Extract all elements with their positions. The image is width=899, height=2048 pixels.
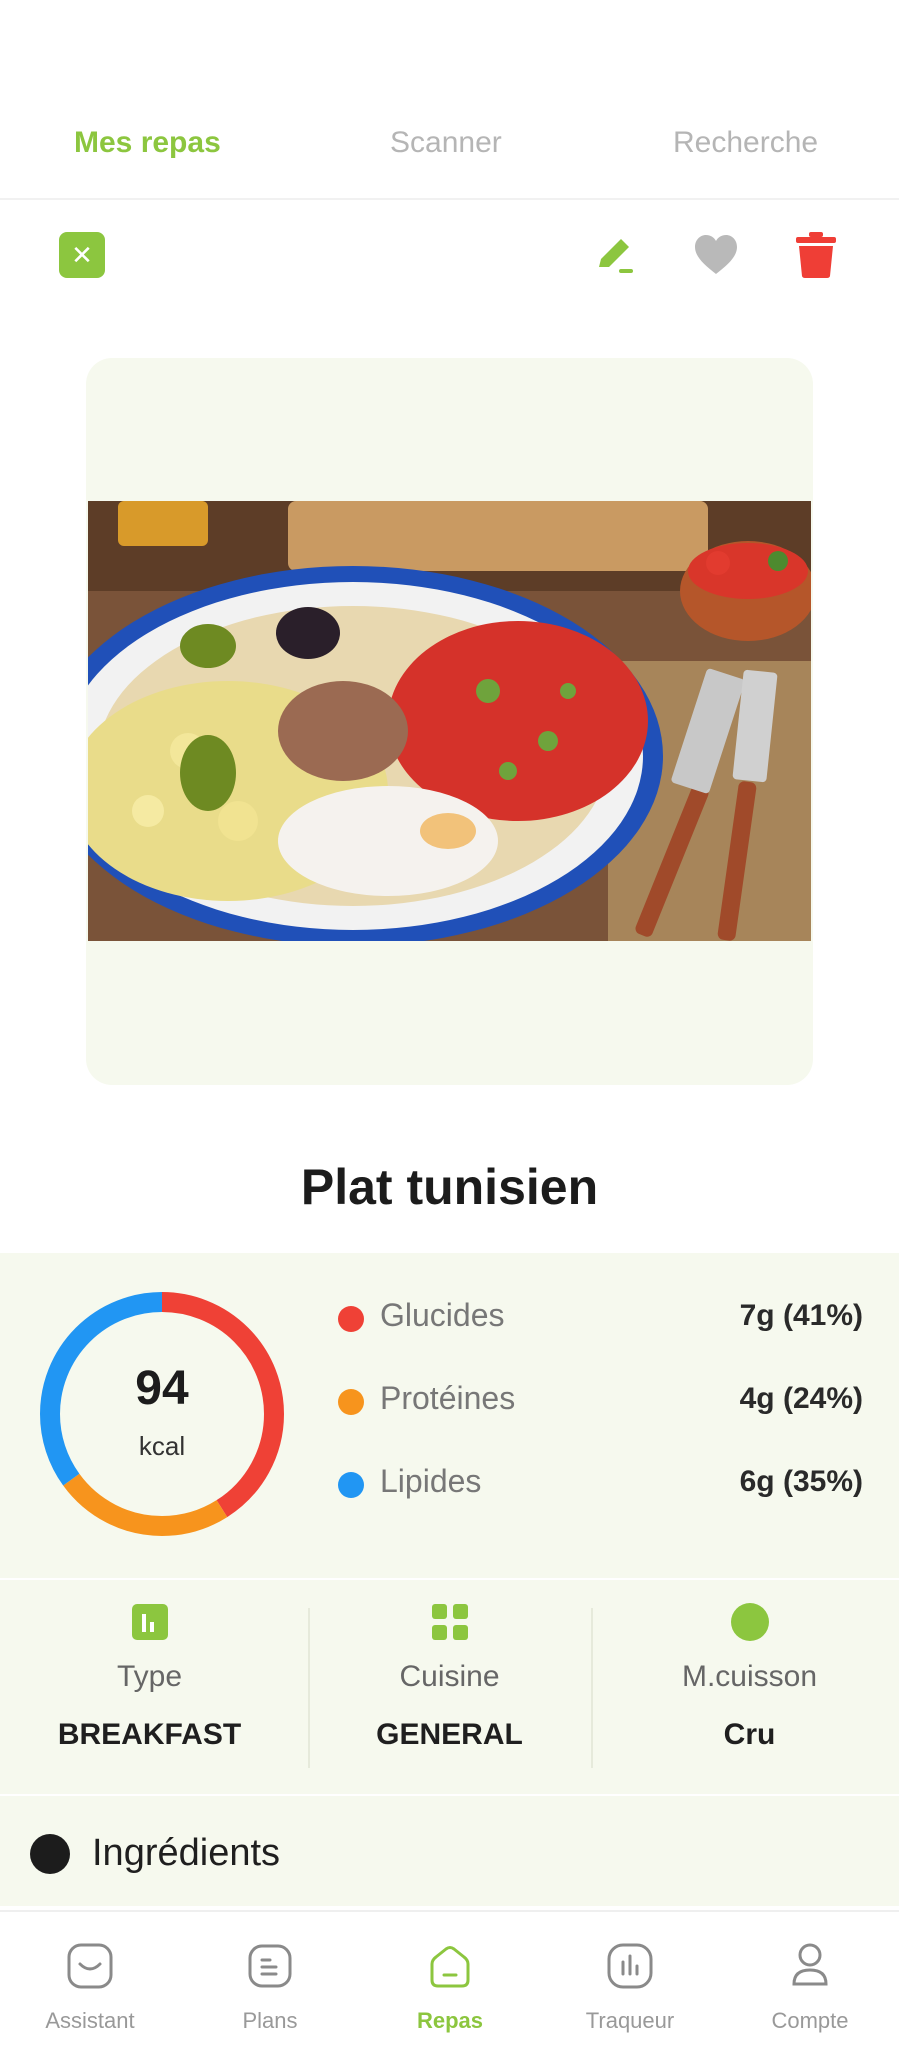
nav-label: Assistant bbox=[45, 2008, 135, 2033]
nav-traqueur[interactable]: Traqueur bbox=[540, 1912, 720, 2048]
close-icon: ✕ bbox=[71, 239, 93, 270]
user-icon bbox=[792, 1943, 828, 1986]
circle-icon bbox=[731, 1603, 769, 1641]
tab-recherche[interactable]: Recherche bbox=[673, 126, 818, 160]
info-cuisson: M.cuisson Cru bbox=[600, 1580, 899, 1794]
meal-photo bbox=[88, 501, 811, 941]
meal-action-bar: ✕ bbox=[0, 228, 899, 282]
info-type: Type BREAKFAST bbox=[0, 1580, 299, 1794]
macro-row-proteines: Protéines 4g (24%) bbox=[338, 1380, 863, 1420]
tab-scanner[interactable]: Scanner bbox=[390, 126, 502, 160]
home-icon bbox=[430, 1946, 470, 1988]
info-label: M.cuisson bbox=[681, 1660, 818, 1693]
meal-image-card bbox=[86, 358, 813, 1085]
plans-icon bbox=[248, 1944, 292, 1988]
type-chart-icon bbox=[132, 1604, 168, 1640]
ingredients-section[interactable]: Ingrédients bbox=[0, 1796, 899, 1906]
info-label: Type bbox=[116, 1660, 183, 1693]
top-tab-bar: Mes repas Scanner Recherche bbox=[0, 110, 899, 200]
close-button[interactable]: ✕ bbox=[59, 232, 105, 278]
chat-icon bbox=[67, 1943, 113, 1989]
nav-label: Repas bbox=[416, 2008, 484, 2033]
nav-repas[interactable]: Repas bbox=[360, 1912, 540, 2048]
delete-button[interactable] bbox=[789, 228, 843, 282]
macro-name: Lipides bbox=[380, 1463, 482, 1499]
ingredients-heading: Ingrédients bbox=[92, 1832, 281, 1874]
kcal-unit: kcal bbox=[138, 1431, 186, 1461]
proteines-dot bbox=[338, 1389, 364, 1415]
info-value: Cru bbox=[723, 1718, 776, 1751]
glucides-dot bbox=[338, 1306, 364, 1332]
info-cuisine: Cuisine GENERAL bbox=[300, 1580, 599, 1794]
trash-icon bbox=[796, 232, 836, 278]
edit-icon bbox=[599, 239, 633, 273]
meal-info-row: Type BREAKFAST Cuisine GENERAL M.cuisson… bbox=[0, 1580, 899, 1794]
bullet-icon bbox=[30, 1834, 70, 1874]
meal-title: Plat tunisien bbox=[300, 1159, 599, 1215]
heart-icon bbox=[695, 235, 737, 274]
edit-button[interactable] bbox=[588, 228, 642, 282]
nav-label: Plans bbox=[242, 2008, 298, 2033]
info-value: GENERAL bbox=[376, 1718, 523, 1751]
macro-row-glucides: Glucides 7g (41%) bbox=[338, 1297, 863, 1337]
chart-icon bbox=[607, 1943, 653, 1989]
tab-mes-repas[interactable]: Mes repas bbox=[74, 126, 221, 160]
info-label: Cuisine bbox=[399, 1660, 500, 1693]
grid-icon bbox=[432, 1604, 468, 1640]
lipides-dot bbox=[338, 1472, 364, 1498]
divider bbox=[591, 1608, 593, 1768]
nav-assistant[interactable]: Assistant bbox=[0, 1912, 180, 2048]
macro-value: 6g (35%) bbox=[739, 1465, 863, 1498]
favorite-button[interactable] bbox=[689, 228, 743, 282]
macro-value: 7g (41%) bbox=[739, 1299, 863, 1332]
macro-name: Glucides bbox=[380, 1297, 505, 1333]
bottom-nav: Assistant Plans Repas Traqueur Compte bbox=[0, 1910, 899, 2048]
nav-label: Traqueur bbox=[585, 2008, 675, 2033]
kcal-value: 94 bbox=[135, 1362, 189, 1415]
nav-label: Compte bbox=[771, 2008, 849, 2033]
macro-value: 4g (24%) bbox=[739, 1382, 863, 1415]
nav-plans[interactable]: Plans bbox=[180, 1912, 360, 2048]
info-value: BREAKFAST bbox=[57, 1718, 242, 1751]
macro-row-lipides: Lipides 6g (35%) bbox=[338, 1463, 863, 1503]
nav-compte[interactable]: Compte bbox=[720, 1912, 899, 2048]
nutrition-panel: 94 kcal Glucides 7g (41%) Protéines 4g (… bbox=[0, 1253, 899, 1578]
macro-name: Protéines bbox=[380, 1380, 516, 1416]
